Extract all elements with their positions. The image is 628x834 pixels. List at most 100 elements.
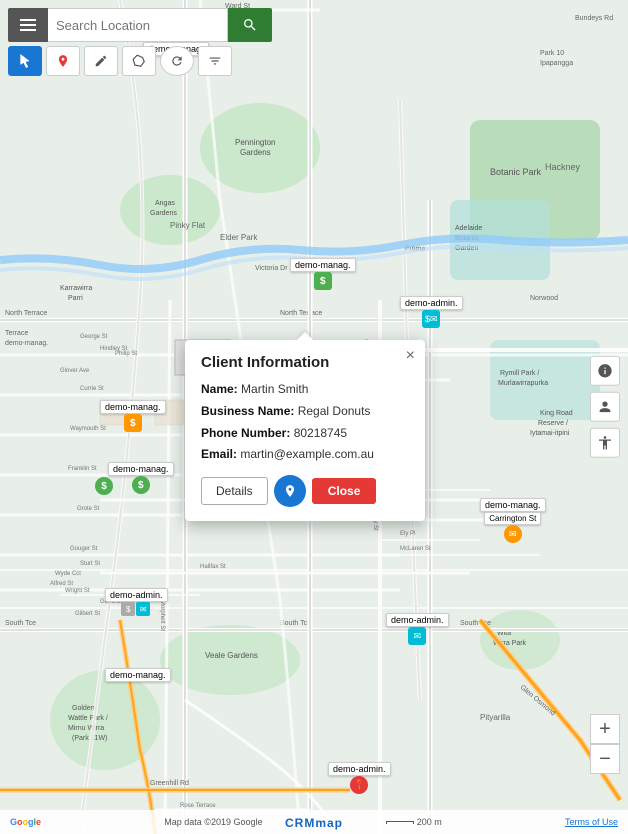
zoom-controls: + − — [590, 714, 620, 774]
svg-text:Halifax St: Halifax St — [200, 564, 226, 570]
svg-text:Elder Park: Elder Park — [220, 233, 258, 242]
google-logo: Google — [10, 817, 41, 827]
svg-text:Adelaide: Adelaide — [455, 225, 482, 232]
svg-text:Gardens: Gardens — [240, 148, 271, 157]
marker-label-8: demo-admin. — [386, 613, 449, 627]
pin-tool-button[interactable] — [46, 46, 80, 76]
svg-text:Grote St: Grote St — [77, 506, 100, 512]
popup-name-row: Name: Martin Smith — [201, 381, 409, 398]
close-button[interactable]: Close — [312, 478, 377, 504]
menu-button[interactable] — [8, 8, 48, 42]
filter-button[interactable] — [198, 46, 232, 76]
popup-email-label: Email: — [201, 447, 237, 461]
svg-text:demo-manag.: demo-manag. — [5, 340, 48, 347]
person-button[interactable] — [590, 392, 620, 422]
svg-text:Alfred St: Alfred St — [50, 581, 73, 587]
svg-text:Veale Gardens: Veale Gardens — [205, 651, 258, 660]
polygon-tool-button[interactable] — [122, 46, 156, 76]
popup-business-label: Business Name: — [201, 404, 294, 418]
map-marker-1[interactable]: demo-manag. $ — [290, 258, 356, 290]
popup-close-x-button[interactable]: × — [406, 348, 415, 364]
marker-label-1: demo-manag. — [290, 258, 356, 272]
map-marker-6[interactable]: demo-admin. $✉ — [400, 296, 463, 328]
side-controls — [590, 356, 620, 458]
svg-text:Rose Terrace: Rose Terrace — [180, 803, 216, 809]
popup-title: Client Information — [201, 354, 409, 371]
svg-text:Iytamai-itpini: Iytamai-itpini — [530, 430, 570, 437]
popup-business-row: Business Name: Regal Donuts — [201, 403, 409, 420]
marker-sublabel-7: Carrington St — [484, 512, 541, 525]
svg-text:Norwood: Norwood — [530, 295, 558, 302]
map-data-text: Map data ©2019 Google — [164, 817, 262, 827]
person-icon — [597, 399, 613, 415]
marker-label-5: demo-manag. — [108, 462, 174, 476]
svg-text:Pinky Flat: Pinky Flat — [170, 221, 206, 230]
popup-phone-label: Phone Number: — [201, 426, 290, 440]
zoom-in-button[interactable]: + — [590, 714, 620, 744]
svg-text:Gardens: Gardens — [150, 210, 177, 217]
svg-text:North Terrace: North Terrace — [280, 310, 322, 317]
svg-text:Reserve /: Reserve / — [538, 420, 568, 427]
marker-label-11: demo-manag. — [105, 668, 171, 682]
info-button[interactable] — [590, 356, 620, 386]
accessibility-icon — [597, 435, 613, 451]
popup-phone-row: Phone Number: 80218745 — [201, 425, 409, 442]
accessibility-button[interactable] — [590, 428, 620, 458]
map-marker-10[interactable]: $ — [95, 477, 113, 495]
svg-text:Park 10: Park 10 — [540, 50, 564, 57]
details-button[interactable]: Details — [201, 477, 268, 505]
svg-text:King Road: King Road — [540, 410, 573, 417]
popup-name-value: Martin Smith — [241, 382, 308, 396]
svg-text:Wright St: Wright St — [65, 588, 90, 594]
search-icon — [242, 17, 258, 33]
refresh-button[interactable] — [160, 46, 194, 76]
map-container: Pennington Gardens Angas Gardens Karrawi… — [0, 0, 628, 834]
map-marker-9[interactable]: demo-admin. $ ✉ — [105, 588, 168, 616]
svg-text:Angas: Angas — [155, 200, 175, 207]
svg-text:North Terrace: North Terrace — [5, 310, 47, 317]
svg-text:Parri: Parri — [68, 295, 83, 302]
search-button[interactable] — [228, 8, 272, 42]
svg-text:Currie St: Currie St — [80, 386, 104, 392]
select-tool-button[interactable] — [8, 46, 42, 76]
client-info-popup: × Client Information Name: Martin Smith … — [185, 340, 425, 521]
popup-business-value: Regal Donuts — [298, 404, 371, 418]
location-pin-icon — [56, 54, 70, 68]
svg-text:Ely Pl: Ely Pl — [400, 531, 415, 537]
svg-text:South Tce: South Tce — [5, 620, 36, 627]
marker-label-12: demo-admin. — [328, 762, 391, 776]
pencil-icon — [94, 54, 108, 68]
svg-text:Murlawirrapurka: Murlawirrapurka — [498, 380, 548, 387]
svg-text:Rymill Park /: Rymill Park / — [500, 370, 539, 377]
popup-phone-value: 80218745 — [294, 426, 347, 440]
terms-link[interactable]: Terms of Use — [565, 817, 618, 827]
map-marker-12[interactable]: demo-admin. 📍 — [328, 762, 391, 794]
svg-text:Hackney: Hackney — [545, 162, 581, 172]
svg-text:Wyde Cct: Wyde Cct — [55, 571, 81, 577]
map-marker-4[interactable]: demo-manag. $ — [100, 400, 166, 432]
popup-actions: Details Close — [201, 475, 409, 507]
map-marker-8[interactable]: demo-admin. ✉ — [386, 613, 449, 645]
navigate-button[interactable] — [274, 475, 306, 507]
map-marker-5[interactable]: demo-manag. $ — [108, 462, 174, 494]
search-input[interactable] — [48, 8, 228, 42]
zoom-out-button[interactable]: − — [590, 744, 620, 774]
svg-text:Gouger St: Gouger St — [70, 546, 98, 552]
navigate-icon — [283, 484, 297, 498]
marker-label-7: demo-manag. — [480, 498, 546, 512]
svg-text:Gilbert St: Gilbert St — [75, 611, 100, 617]
svg-text:Golden: Golden — [72, 705, 95, 712]
svg-text:McLaren St: McLaren St — [400, 546, 431, 552]
svg-text:Ipapangga: Ipapangga — [540, 60, 573, 67]
svg-text:Mirnu Wirra: Mirnu Wirra — [68, 725, 104, 732]
map-marker-7[interactable]: demo-manag. Carrington St ✉ — [480, 498, 546, 543]
marker-label-4: demo-manag. — [100, 400, 166, 414]
draw-tool-button[interactable] — [84, 46, 118, 76]
svg-text:South Tce: South Tce — [280, 620, 311, 627]
scale-bar — [386, 821, 414, 824]
svg-text:Pennington: Pennington — [235, 138, 275, 147]
map-marker-11[interactable]: demo-manag. — [105, 668, 171, 682]
marker-label-9: demo-admin. — [105, 588, 168, 602]
crm-map-logo: CRMmap — [285, 816, 343, 830]
tool-toolbar — [8, 46, 232, 76]
